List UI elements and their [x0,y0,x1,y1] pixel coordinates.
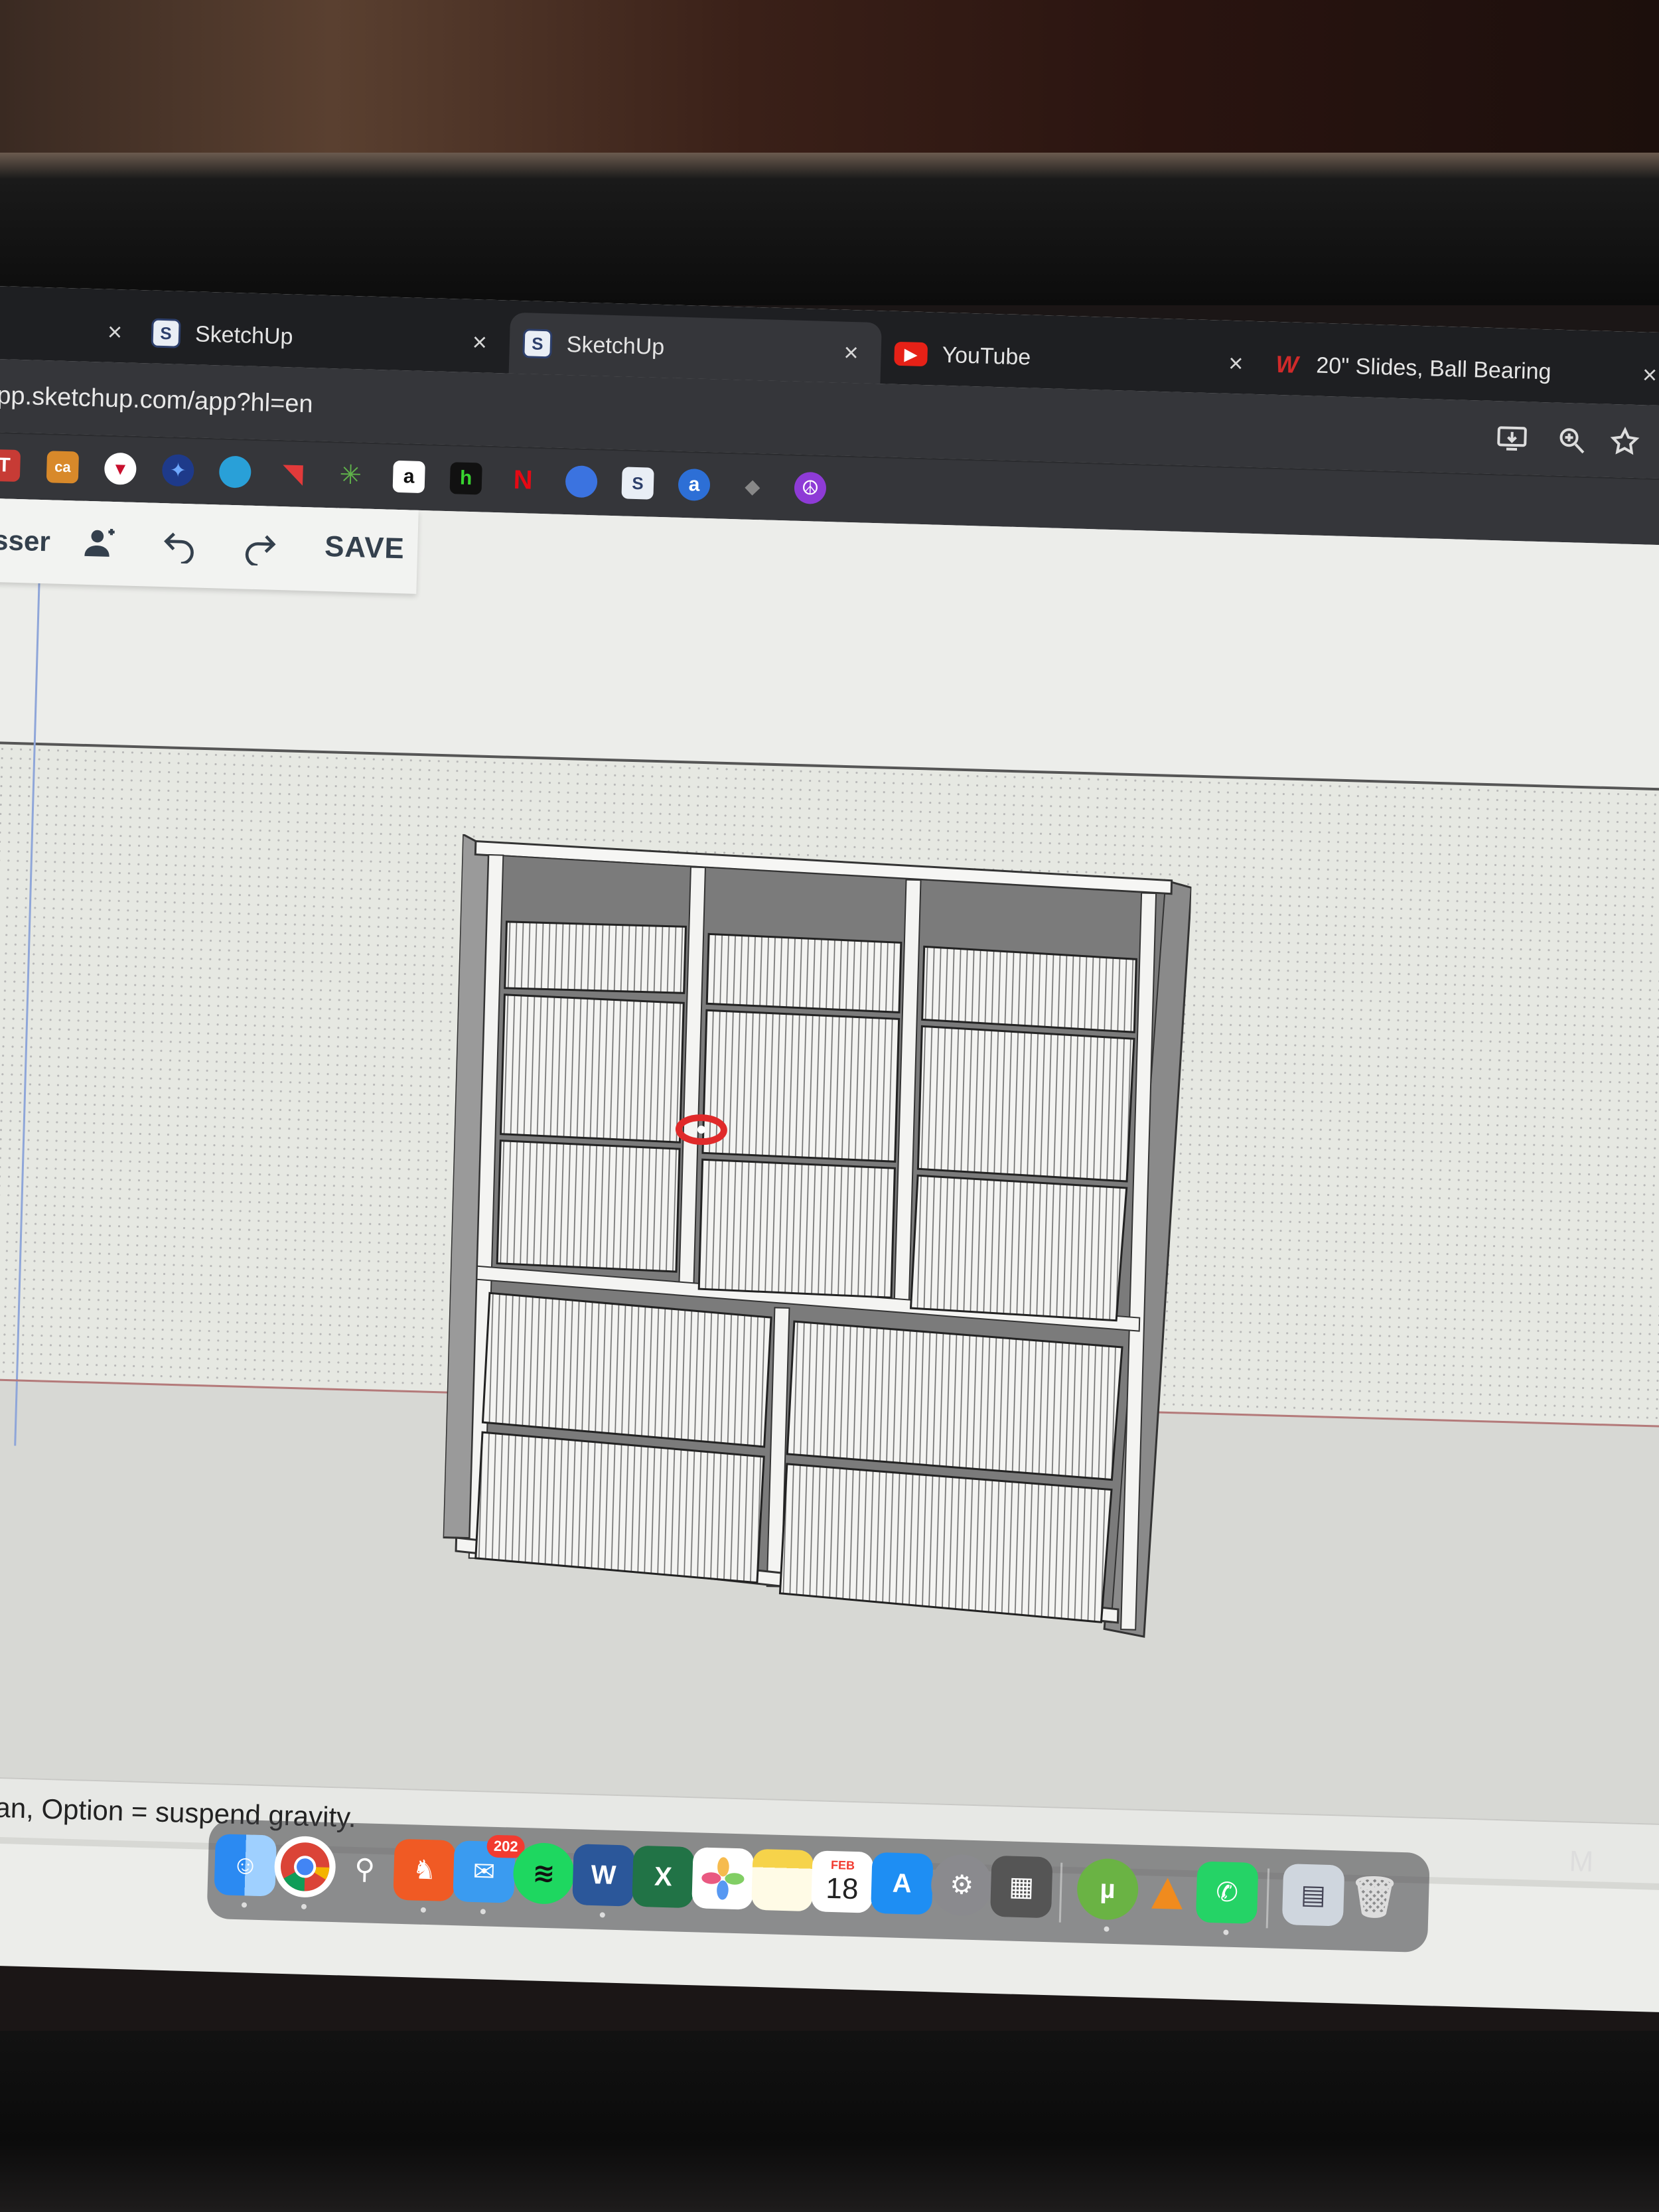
bookmark-amazon[interactable]: a [392,460,425,494]
3d-viewport[interactable] [0,581,1659,1891]
cabinet-model[interactable] [439,834,1192,1684]
drawer-upper-3-1 [921,945,1137,1033]
bookmark-blue-circle[interactable] [565,465,598,498]
bookmark-att[interactable] [218,455,252,488]
bookmark-netflix[interactable]: N [506,464,539,496]
user-label[interactable]: sser [0,524,50,557]
drawer-lower-2-1 [786,1320,1123,1481]
tab-slides[interactable]: W 20" Slides, Ball Bearing × [1271,334,1658,406]
tab-unknown[interactable]: × [0,297,145,363]
dock-running-dot [480,1909,486,1915]
bookmark-green-spinner[interactable]: ✳ [334,459,367,491]
calendar-day: 18 [825,1872,859,1905]
whatsapp-icon[interactable]: ✆ [1195,1861,1259,1924]
calculator-icon[interactable]: ▦ [989,1855,1053,1919]
youtube-favicon-icon: ▶ [894,341,928,367]
tab-close-icon[interactable]: × [843,339,859,368]
drawer-upper-1-2 [500,994,685,1143]
mail-icon[interactable]: ✉ 202 [453,1834,526,1903]
url-text[interactable]: pp.sketchup.com/app?hl=en [0,382,313,419]
trash-icon[interactable]: 🗑 [1343,1866,1406,1929]
background-room [0,0,1659,166]
bookmark-chase[interactable]: ✦ [161,454,194,487]
bookmark-red-flag[interactable]: ◥ [277,457,309,490]
monitor-bezel-top [0,153,1659,305]
vlc-icon[interactable]: ▲ [1136,1860,1199,1923]
bookmark-sketchup[interactable]: S [621,467,654,500]
tab-label: SketchUp [566,331,665,360]
drawer-upper-2-3 [697,1158,896,1299]
drawer-upper-2-2 [701,1009,901,1163]
tab-label: SketchUp [194,321,293,349]
drawer-upper-3-2 [916,1025,1135,1183]
save-button[interactable]: SAVE [325,530,405,565]
excel-icon[interactable]: X [632,1845,695,1909]
zoom-icon[interactable] [1555,424,1588,457]
chrome-icon[interactable] [273,1835,336,1899]
keychain-icon[interactable]: ⚲ [333,1837,396,1900]
install-app-icon[interactable] [1496,422,1528,455]
drawer-lower-1-1 [481,1291,772,1448]
redo-icon [245,535,276,566]
downloads-folder-icon[interactable]: ▤ [1281,1864,1345,1927]
finder-icon[interactable]: ☺ [214,1834,277,1897]
app-store-icon[interactable]: A [871,1852,934,1915]
dock-running-dot [1104,1926,1110,1932]
bookmark-t[interactable]: T [0,449,21,482]
tab-close-icon[interactable]: × [1642,361,1657,390]
edge-menu-letter: M [1568,1845,1594,1879]
add-collaborator-button[interactable] [78,521,122,565]
bookmark-a-circle[interactable]: a [678,468,711,502]
monitor-bezel-bottom [0,2031,1659,2212]
tab-sketchup-active[interactable]: S SketchUp × [508,312,882,384]
utorrent-icon[interactable]: µ [1076,1858,1139,1921]
bookmark-ca[interactable]: ca [46,451,80,484]
bookmark-hulu[interactable]: h [449,462,482,495]
tab-label: YouTube [942,342,1031,370]
calendar-icon[interactable]: FEB 18 [811,1850,874,1913]
bookmark-diamond[interactable]: ◆ [736,470,768,502]
dock-running-dot [241,1902,248,1908]
bookmark-peace[interactable]: ☮ [794,471,827,504]
sketchup-favicon-icon: S [522,329,553,359]
calendar-month: FEB [830,1858,855,1872]
tab-label: 20" Slides, Ball Bearing [1315,352,1552,384]
dock-separator [1265,1868,1270,1929]
spotify-icon[interactable]: ≋ [512,1842,575,1905]
tab-close-icon[interactable]: × [1228,350,1244,379]
drawer-upper-3-3 [909,1174,1128,1322]
tab-close-icon[interactable]: × [472,329,487,358]
woodworkers-favicon-icon: W [1275,350,1299,378]
bookmark-bofa[interactable]: ▼ [104,452,137,485]
notes-icon[interactable] [751,1848,814,1912]
undo-icon [164,532,194,564]
sketchup-app: sser SAVE Pan, Option = suspend gravity. [0,497,1659,1891]
system-settings-icon[interactable]: ⚙ [930,1854,993,1917]
add-person-icon [84,528,115,557]
drawer-lower-1-2 [474,1431,765,1584]
brave-icon[interactable]: ♞ [393,1838,456,1902]
tab-close-icon[interactable]: × [107,319,122,348]
bookmark-star-icon[interactable] [1609,425,1641,458]
dock-running-dot [1223,1929,1229,1935]
tab-sketchup-1[interactable]: S SketchUp × [151,303,510,374]
sketchup-top-toolbar: sser SAVE [0,497,419,594]
dock-running-dot [599,1912,605,1918]
redo-button[interactable] [238,525,281,569]
screen: × S SketchUp × S SketchUp × ▶ YouTube × … [0,285,1659,2013]
drawer-upper-1-3 [496,1140,681,1273]
dock-running-dot [420,1907,427,1913]
drawer-upper-2-1 [705,932,902,1013]
drawer-upper-1-1 [504,921,687,994]
drawer-lower-2-2 [778,1463,1113,1623]
dock-separator [1058,1862,1063,1923]
photos-icon[interactable] [691,1847,755,1910]
dock-running-dot [301,1903,307,1909]
word-icon[interactable]: W [572,1844,635,1907]
sketchup-favicon-icon: S [151,318,181,348]
tab-youtube[interactable]: ▶ YouTube × [893,323,1266,395]
undo-button[interactable] [158,523,202,567]
